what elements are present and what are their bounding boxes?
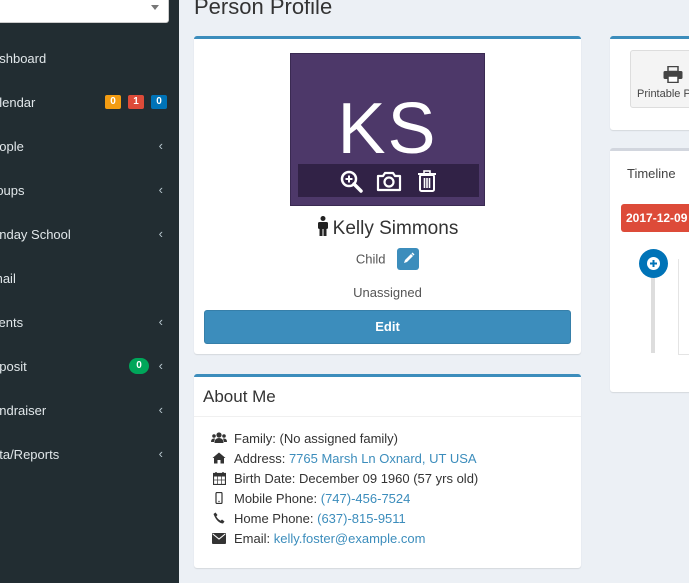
email-link[interactable]: kelly.foster@example.com xyxy=(274,531,426,546)
sidebar-select-dropdown[interactable] xyxy=(0,0,169,23)
tab-timeline[interactable]: Timeline xyxy=(627,166,676,181)
person-role: Child xyxy=(355,251,386,267)
mobile-phone-link[interactable]: (747)-456-7524 xyxy=(321,491,411,506)
sidebar-item-label: mail xyxy=(0,270,16,286)
actions-box: Printable P xyxy=(610,36,689,130)
sidebar-item-calendar[interactable]: alendar 0 1 0 xyxy=(0,80,179,124)
avatar-toolbar xyxy=(298,164,479,197)
sidebar-item-label: roups xyxy=(0,182,25,198)
deposit-badge: 0 xyxy=(129,358,149,374)
avatar: KS xyxy=(290,53,485,206)
role-row: Child xyxy=(194,248,581,271)
sidebar: ashboard alendar 0 1 0 eople ‹ roups ‹ u… xyxy=(0,0,179,583)
printable-page-label: Printable P xyxy=(637,88,689,100)
chevron-left-icon: ‹ xyxy=(158,358,163,373)
sidebar-item-sunday-school[interactable]: unday School ‹ xyxy=(0,212,179,256)
calendar-icon xyxy=(211,471,227,485)
pencil-icon xyxy=(404,252,415,263)
mobile-phone-label: Mobile Phone: xyxy=(234,490,318,506)
birth-date-label: Birth Date: xyxy=(234,470,296,486)
phone-icon xyxy=(211,511,227,525)
sidebar-item-dashboard[interactable]: ashboard xyxy=(0,36,179,80)
timeline-date-badge: 2017-12-09 xyxy=(621,204,689,232)
birth-date-value: December 09 1960 (57 yrs old) xyxy=(299,470,479,486)
chevron-left-icon: ‹ xyxy=(158,182,163,197)
family-label: Family: xyxy=(234,430,276,446)
list-item: Birth Date: December 09 1960 (57 yrs old… xyxy=(211,468,581,488)
sidebar-item-label: eople xyxy=(0,138,24,154)
home-icon xyxy=(211,451,227,465)
classification-label: Unassigned xyxy=(353,285,422,300)
timeline-plus-button[interactable] xyxy=(639,249,668,278)
chevron-left-icon: ‹ xyxy=(158,226,163,241)
address-link[interactable]: 7765 Marsh Ln Oxnard, UT USA xyxy=(289,451,477,466)
sidebar-item-email[interactable]: mail xyxy=(0,256,179,300)
chevron-left-icon: ‹ xyxy=(158,314,163,329)
edit-role-button[interactable] xyxy=(397,248,420,270)
list-item: Email: kelly.foster@example.com xyxy=(211,528,581,548)
address-label: Address: xyxy=(234,450,286,466)
timeline-item xyxy=(678,259,689,355)
about-box: About Me Family: (No assigned family) Ad… xyxy=(194,374,581,568)
sidebar-item-label: eposit xyxy=(0,358,27,374)
sidebar-item-label: ata/Reports xyxy=(0,446,60,462)
sidebar-item-label: alendar xyxy=(0,94,36,110)
printable-page-button[interactable]: Printable P xyxy=(630,50,689,108)
sidebar-item-fundraiser[interactable]: undraiser ‹ xyxy=(0,388,179,432)
calendar-badge-orange: 0 xyxy=(105,95,121,109)
edit-button[interactable]: Edit xyxy=(204,310,571,344)
family-value: (No assigned family) xyxy=(279,430,399,446)
person-name-row: Kelly Simmons xyxy=(194,216,581,242)
timeline-box: Timeline 2017-12-09 xyxy=(610,148,689,392)
about-header: About Me xyxy=(194,377,581,417)
sidebar-item-data-reports[interactable]: ata/Reports ‹ xyxy=(0,432,179,476)
person-name: Kelly Simmons xyxy=(332,218,459,239)
about-list: Family: (No assigned family) Address: 77… xyxy=(194,417,581,548)
email-label: Email: xyxy=(234,530,271,546)
page-title: Person Profile xyxy=(194,0,333,19)
sidebar-item-label: vents xyxy=(0,314,24,330)
camera-icon[interactable] xyxy=(376,168,402,194)
envelope-icon xyxy=(211,531,227,545)
list-item: Family: (No assigned family) xyxy=(211,428,581,448)
chevron-left-icon: ‹ xyxy=(158,446,163,461)
list-item: Address: 7765 Marsh Ln Oxnard, UT USA xyxy=(211,448,581,468)
sidebar-item-events[interactable]: vents ‹ xyxy=(0,300,179,344)
chevron-left-icon: ‹ xyxy=(158,138,163,153)
profile-box: KS Kelly Simmons Child Unassigned Edit xyxy=(194,36,581,354)
sidebar-item-deposit[interactable]: eposit 0 ‹ xyxy=(0,344,179,388)
list-item: Mobile Phone: (747)-456-7524 xyxy=(211,488,581,508)
print-icon xyxy=(663,65,683,86)
chevron-left-icon: ‹ xyxy=(158,402,163,417)
mobile-phone-icon xyxy=(211,491,227,505)
sidebar-item-label: ashboard xyxy=(0,50,47,66)
sidebar-item-people[interactable]: eople ‹ xyxy=(0,124,179,168)
list-item: Home Phone: (637)-815-9511 xyxy=(211,508,581,528)
trash-icon[interactable] xyxy=(414,168,440,194)
calendar-badge-blue: 0 xyxy=(151,95,167,109)
sidebar-item-label: undraiser xyxy=(0,402,47,418)
caret-down-icon xyxy=(151,5,159,10)
home-phone-link[interactable]: (637)-815-9511 xyxy=(317,511,406,526)
avatar-initials: KS xyxy=(337,89,438,169)
users-icon xyxy=(211,431,227,445)
calendar-badge-red: 1 xyxy=(128,95,144,109)
plus-circle-icon xyxy=(647,257,660,270)
zoom-in-icon[interactable] xyxy=(338,168,364,194)
sidebar-item-groups[interactable]: roups ‹ xyxy=(0,168,179,212)
home-phone-label: Home Phone: xyxy=(234,510,314,526)
male-person-icon xyxy=(317,216,329,242)
sidebar-item-label: unday School xyxy=(0,226,71,242)
